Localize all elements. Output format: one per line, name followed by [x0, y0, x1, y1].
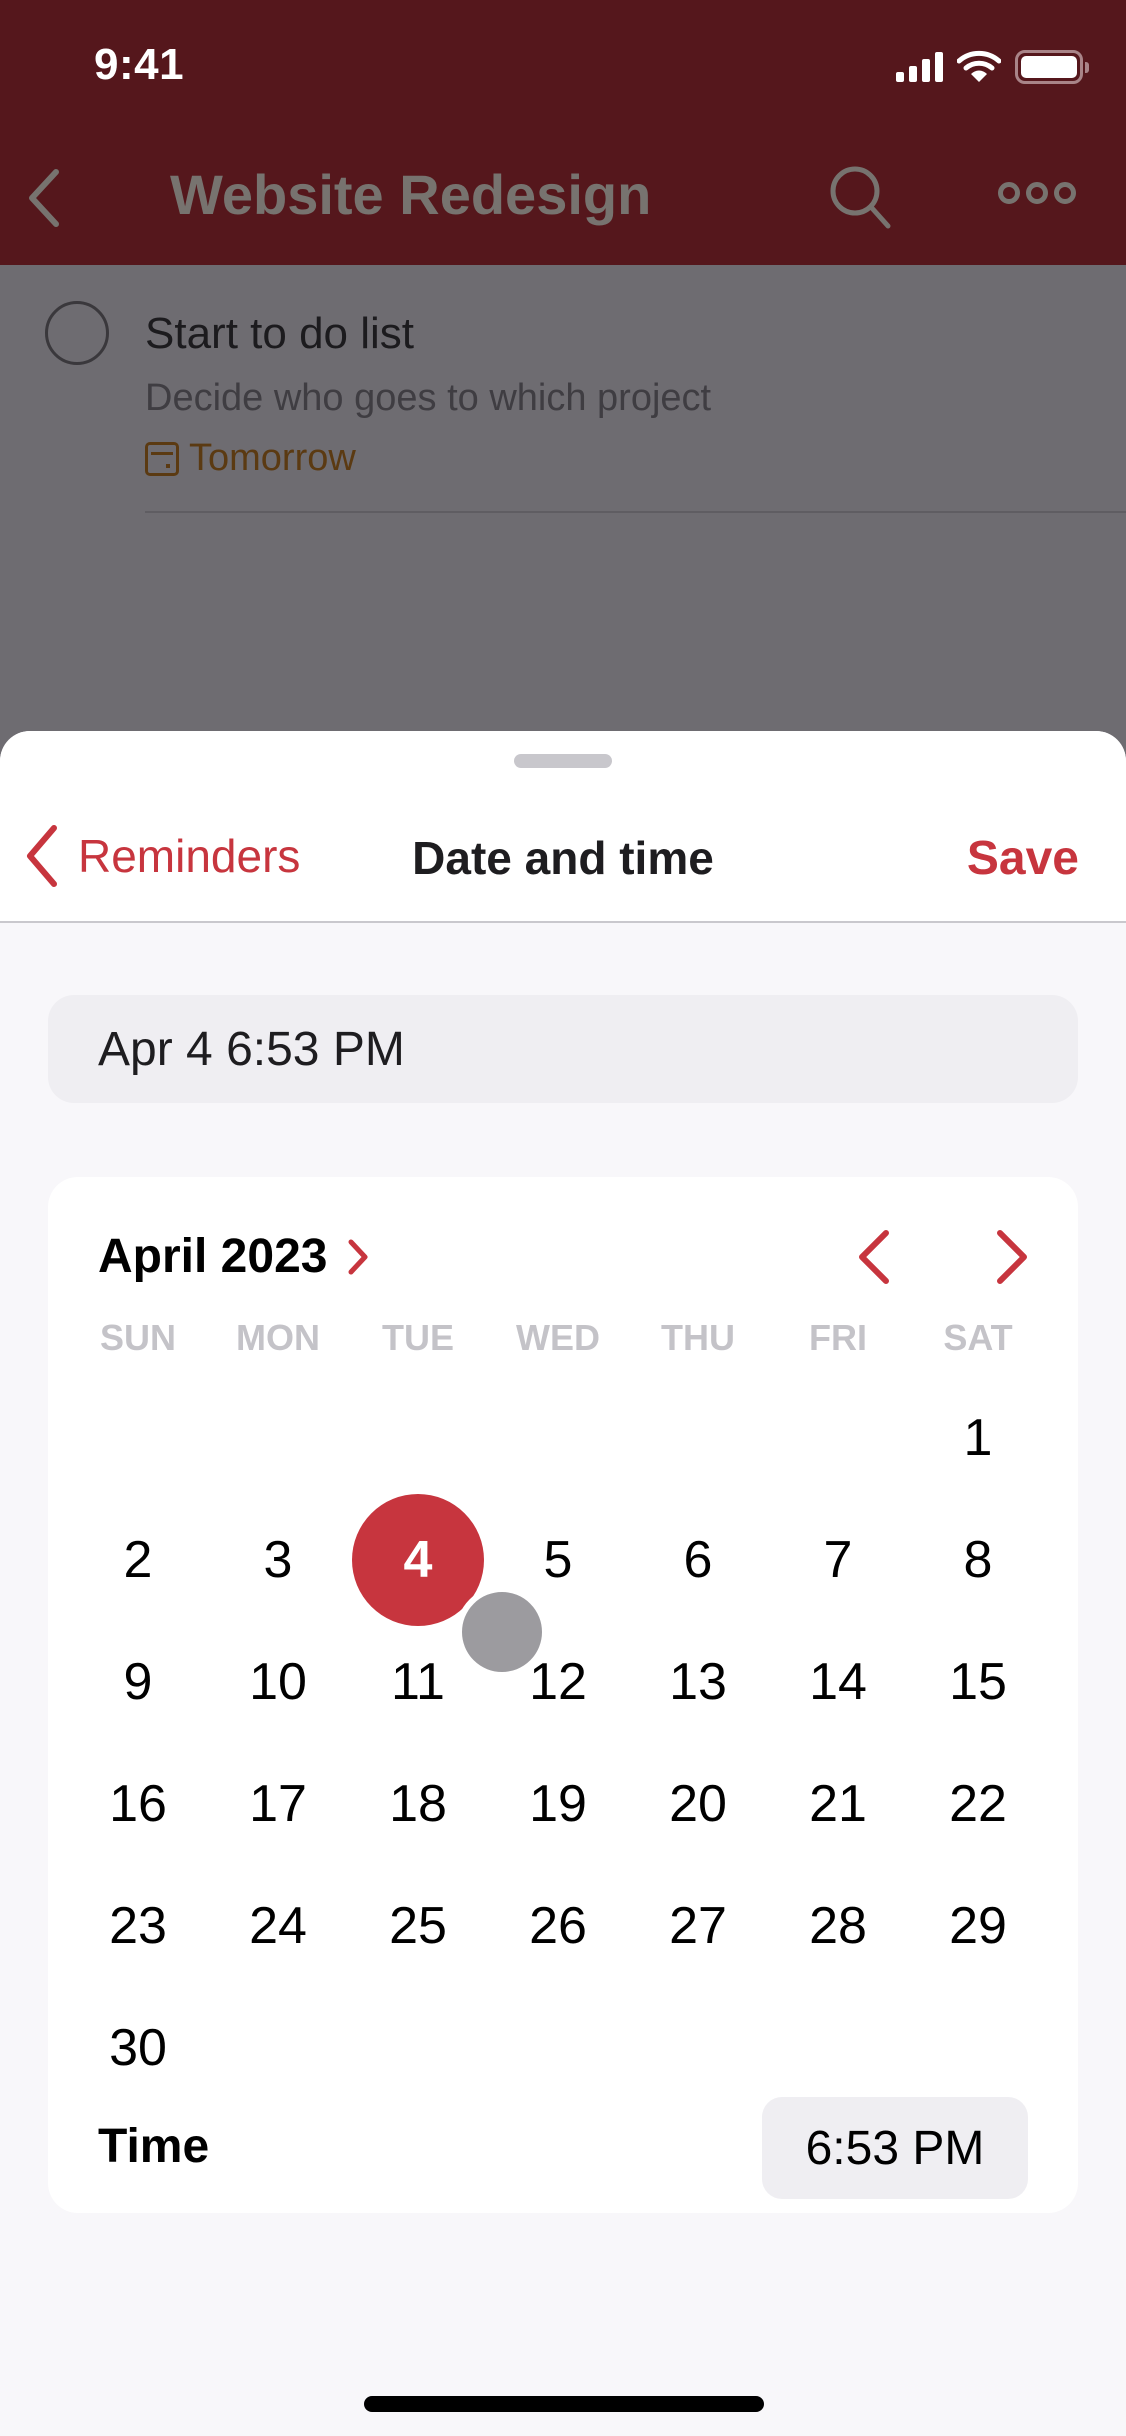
date-time-sheet: Reminders Date and time Save Apr 4 6:53 … [0, 731, 1126, 2436]
calendar-day[interactable]: 5 [488, 1499, 628, 1621]
weekday-label: MON [236, 1317, 320, 1358]
empty-day-cell [348, 1377, 488, 1499]
calendar-day[interactable]: 1 [908, 1377, 1048, 1499]
calendar-day[interactable]: 25 [348, 1865, 488, 1987]
empty-day-cell [628, 1377, 768, 1499]
empty-day-cell [208, 1377, 348, 1499]
calendar-day[interactable]: 7 [768, 1499, 908, 1621]
calendar-day[interactable]: 18 [348, 1743, 488, 1865]
calendar-day[interactable]: 29 [908, 1865, 1048, 1987]
calendar-day[interactable]: 17 [208, 1743, 348, 1865]
date-time-input[interactable]: Apr 4 6:53 PM [48, 995, 1078, 1103]
calendar-day[interactable]: 20 [628, 1743, 768, 1865]
time-picker-button[interactable]: 6:53 PM [762, 2097, 1028, 2199]
empty-day-cell [488, 1377, 628, 1499]
calendar-day[interactable]: 15 [908, 1621, 1048, 1743]
selected-day[interactable]: 4 [348, 1494, 488, 1626]
calendar-day[interactable]: 27 [628, 1865, 768, 1987]
app-header: 9:41 Website Redesign [0, 0, 1126, 265]
calendar-day[interactable]: 19 [488, 1743, 628, 1865]
time-label: Time [98, 2120, 210, 2173]
weekday-label: WED [516, 1317, 600, 1358]
battery-icon [1015, 50, 1089, 84]
calendar-day[interactable]: 14 [768, 1621, 908, 1743]
calendar-day[interactable]: 23 [68, 1865, 208, 1987]
chevron-left-icon[interactable] [24, 168, 64, 228]
calendar-day[interactable]: 24 [208, 1865, 348, 1987]
calendar-card: April 2023 SUN MON TUE WED THU FRI SAT 1234567… [48, 1177, 1078, 2213]
calendar-day[interactable]: 10 [208, 1621, 348, 1743]
weekday-header: SUN MON TUE WED THU FRI SAT [68, 1317, 1048, 1359]
save-button[interactable]: Save [967, 831, 1079, 886]
task-complete-checkbox[interactable] [45, 301, 109, 365]
divider [145, 511, 1126, 513]
day-grid: 1 2 3 4 5 6 7 8 9 10 11 12 13 14 15 16 17 18 19 20 21 22 23 24 2… [68, 1377, 1048, 2109]
calendar-day[interactable]: 2 [68, 1499, 208, 1621]
wifi-icon [957, 50, 1001, 82]
calendar-day[interactable]: 28 [768, 1865, 908, 1987]
task-title: Start to do list [145, 309, 415, 358]
calendar-day[interactable]: 9 [68, 1621, 208, 1743]
sheet-header: Reminders Date and time Save [0, 731, 1126, 923]
calendar-day[interactable]: 16 [68, 1743, 208, 1865]
calendar-day[interactable]: 3 [208, 1499, 348, 1621]
calendar-day[interactable]: 13 [628, 1621, 768, 1743]
task-item[interactable]: Start to do list Decide who goes to whic… [0, 265, 1126, 515]
home-indicator [364, 2396, 764, 2412]
weekday-label: TUE [382, 1317, 454, 1358]
calendar-day[interactable]: 21 [768, 1743, 908, 1865]
status-icons [896, 50, 1089, 84]
weekday-label: THU [661, 1317, 735, 1358]
ellipsis-icon[interactable] [998, 182, 1076, 204]
calendar-day[interactable]: 8 [908, 1499, 1048, 1621]
calendar-day[interactable]: 11 [348, 1621, 488, 1743]
calendar-icon [145, 441, 179, 476]
weekday-label: FRI [809, 1317, 867, 1358]
month-year-picker-button[interactable]: April 2023 [98, 1229, 369, 1284]
task-due-date: Tomorrow [145, 437, 356, 480]
empty-day-cell [68, 1377, 208, 1499]
chevron-right-icon [348, 1239, 368, 1274]
sheet-grabber[interactable] [514, 754, 612, 768]
status-time: 9:41 [94, 40, 185, 89]
calendar-day[interactable]: 12 [488, 1621, 628, 1743]
task-due-label: Tomorrow [189, 437, 356, 479]
project-title: Website Redesign [170, 163, 652, 226]
next-month-button[interactable] [986, 1227, 1036, 1287]
calendar-day[interactable]: 30 [68, 1987, 208, 2109]
selected-day-indicator: 4 [352, 1494, 484, 1626]
search-icon[interactable] [828, 164, 894, 230]
cellular-signal-icon [896, 52, 943, 82]
calendar-day[interactable]: 22 [908, 1743, 1048, 1865]
calendar-day[interactable]: 6 [628, 1499, 768, 1621]
time-row: Time 6:53 PM [98, 2097, 1028, 2199]
weekday-label: SAT [943, 1317, 1013, 1358]
previous-month-button[interactable] [850, 1227, 900, 1287]
sheet-title: Date and time [412, 832, 714, 884]
month-label: April 2023 [98, 1230, 328, 1283]
empty-day-cell [768, 1377, 908, 1499]
weekday-label: SUN [99, 1317, 176, 1358]
calendar-day[interactable]: 26 [488, 1865, 628, 1987]
task-description: Decide who goes to which project [145, 377, 712, 419]
